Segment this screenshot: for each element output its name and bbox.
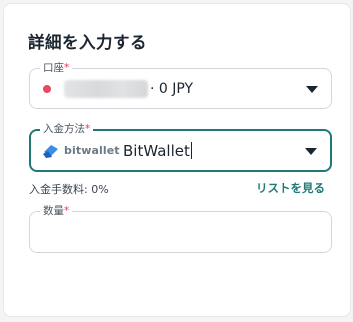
- deposit-fee-text: 入金手数料: 0%: [29, 183, 109, 196]
- chevron-down-icon[interactable]: [306, 85, 318, 93]
- status-dot-icon: [43, 84, 51, 93]
- bitwallet-logo-text: bitwallet: [64, 143, 120, 157]
- required-mark: *: [85, 123, 91, 135]
- bitwallet-logo-icon: [43, 144, 58, 158]
- text-cursor: [190, 141, 192, 159]
- deposit-details-card: 詳細を入力する 口座* · 0 JPY 入金方法* bitwallet BitW…: [3, 3, 351, 317]
- redacted-account-number: [64, 79, 148, 98]
- deposit-method-value[interactable]: BitWallet: [123, 141, 192, 161]
- required-mark: *: [64, 62, 70, 74]
- quantity-label: 数量*: [40, 204, 73, 218]
- deposit-method-select[interactable]: 入金方法* bitwallet BitWallet: [29, 122, 332, 172]
- quantity-field[interactable]: 数量*: [29, 204, 332, 253]
- account-value: · 0 JPY: [150, 80, 194, 97]
- view-list-link[interactable]: リストを見る: [256, 180, 325, 196]
- required-mark: *: [64, 205, 70, 217]
- page-title: 詳細を入力する: [28, 33, 147, 52]
- account-label: 口座*: [40, 61, 73, 75]
- chevron-down-icon[interactable]: [305, 147, 317, 155]
- deposit-method-label: 入金方法*: [40, 122, 94, 136]
- account-select[interactable]: 口座* · 0 JPY: [29, 61, 332, 109]
